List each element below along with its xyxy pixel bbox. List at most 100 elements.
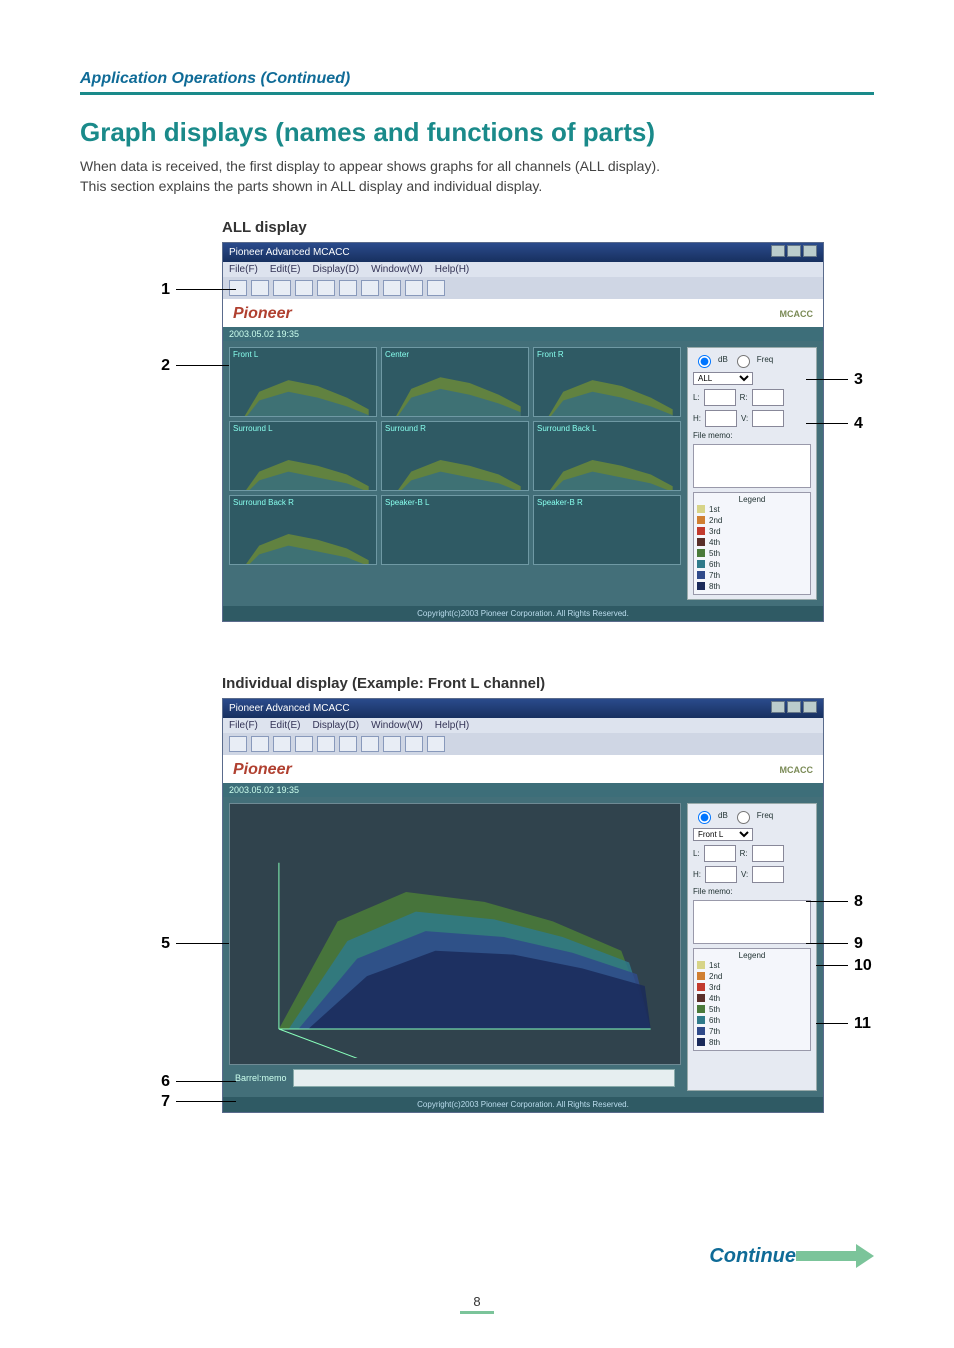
legend-label: 4th [709, 993, 720, 1004]
toolbar-button[interactable] [339, 280, 357, 296]
channel-select[interactable]: ALL [693, 372, 753, 385]
callout-line [816, 965, 848, 966]
file-memo-label: File memo: [693, 887, 811, 896]
toolbar-button[interactable] [273, 280, 291, 296]
toolbar-button[interactable] [361, 736, 379, 752]
individual-3d-graph[interactable] [229, 803, 681, 1065]
legend-swatch [697, 571, 705, 579]
toolbar-button[interactable] [251, 736, 269, 752]
app-window-individual: Pioneer Advanced MCACC File(F) Edit(E) D… [222, 698, 824, 1113]
field-label: V: [741, 414, 748, 423]
menu-item[interactable]: Help(H) [435, 720, 469, 731]
mini-graph[interactable]: Front L [229, 347, 377, 417]
continue-link[interactable]: Continue [709, 1244, 874, 1268]
legend-label: 6th [709, 1015, 720, 1026]
callout-number: 4 [854, 415, 872, 433]
toolbar-button[interactable] [383, 736, 401, 752]
window-titlebar[interactable]: Pioneer Advanced MCACC [223, 243, 823, 262]
toolbar-button[interactable] [361, 280, 379, 296]
menu-item[interactable]: Edit(E) [270, 264, 301, 275]
menu-item[interactable]: Display(D) [312, 264, 359, 275]
toolbar-button[interactable] [317, 736, 335, 752]
menu-item[interactable]: Window(W) [371, 720, 423, 731]
toolbar-button[interactable] [295, 736, 313, 752]
toolbar-button[interactable] [383, 280, 401, 296]
mini-graph[interactable]: Speaker-B R [533, 495, 681, 565]
callout-line [176, 289, 236, 290]
file-memo-box[interactable] [693, 900, 811, 944]
menubar[interactable]: File(F) Edit(E) Display(D) Window(W) Hel… [223, 262, 823, 277]
toolbar-button[interactable] [317, 280, 335, 296]
legend-label: 5th [709, 548, 720, 559]
mini-graph[interactable]: Surround Back L [533, 421, 681, 491]
page-number-value: 8 [473, 1294, 480, 1309]
legend-label: 7th [709, 570, 720, 581]
toolbar-button[interactable] [251, 280, 269, 296]
legend-swatch [697, 1005, 705, 1013]
mini-graph[interactable]: Front R [533, 347, 681, 417]
legend-swatch [697, 516, 705, 524]
mini-graph[interactable]: Center [381, 347, 529, 417]
toolbar[interactable] [223, 277, 823, 299]
h-input[interactable] [705, 866, 737, 883]
radio-freq[interactable] [737, 811, 750, 824]
callout-line [176, 1101, 236, 1102]
radio-db[interactable] [698, 811, 711, 824]
side-panel: dB Freq Front L L: R: [687, 803, 817, 1091]
window-titlebar[interactable]: Pioneer Advanced MCACC [223, 699, 823, 718]
toolbar-button[interactable] [273, 736, 291, 752]
callout-number: 10 [854, 957, 872, 975]
menubar[interactable]: File(F) Edit(E) Display(D) Window(W) Hel… [223, 718, 823, 733]
legend-swatch [697, 505, 705, 513]
field-label: L: [693, 849, 700, 858]
v-input[interactable] [752, 410, 784, 427]
window-buttons[interactable] [769, 245, 817, 260]
menu-item[interactable]: Window(W) [371, 264, 423, 275]
callout-number: 6 [152, 1073, 170, 1091]
toolbar-button[interactable] [229, 736, 247, 752]
mcacc-logo: MCACC [780, 309, 814, 319]
menu-item[interactable]: File(F) [229, 720, 258, 731]
toolbar[interactable] [223, 733, 823, 755]
right-input[interactable] [752, 389, 784, 406]
right-input[interactable] [752, 845, 784, 862]
radio-db[interactable] [698, 355, 711, 368]
menu-item[interactable]: Help(H) [435, 264, 469, 275]
toolbar-button[interactable] [427, 280, 445, 296]
toolbar-button[interactable] [405, 736, 423, 752]
mini-graph[interactable]: Surround Back R [229, 495, 377, 565]
continue-bar [796, 1251, 856, 1261]
memo-input[interactable] [293, 1069, 675, 1087]
copyright: Copyright(c)2003 Pioneer Corporation. Al… [223, 1097, 823, 1112]
section-header: Application Operations (Continued) [80, 70, 874, 95]
window-buttons[interactable] [769, 701, 817, 716]
radio-label: dB [718, 811, 728, 820]
legend-label: 3rd [709, 982, 721, 993]
mini-graph[interactable]: Surround R [381, 421, 529, 491]
v-input[interactable] [752, 866, 784, 883]
legend-swatch [697, 582, 705, 590]
mini-graph[interactable]: Surround L [229, 421, 377, 491]
field-label: L: [693, 393, 700, 402]
left-input[interactable] [704, 389, 736, 406]
left-input[interactable] [704, 845, 736, 862]
toolbar-button[interactable] [295, 280, 313, 296]
legend-swatch [697, 1027, 705, 1035]
toolbar-button[interactable] [339, 736, 357, 752]
radio-label: Freq [757, 355, 773, 364]
legend-swatch [697, 1016, 705, 1024]
file-memo-box[interactable] [693, 444, 811, 488]
h-input[interactable] [705, 410, 737, 427]
radio-freq[interactable] [737, 355, 750, 368]
callout-line [806, 901, 848, 902]
figure-individual-display: Individual display (Example: Front L cha… [82, 675, 872, 1155]
toolbar-button[interactable] [427, 736, 445, 752]
menu-item[interactable]: File(F) [229, 264, 258, 275]
callout-number: 11 [854, 1015, 872, 1033]
channel-select[interactable]: Front L [693, 828, 753, 841]
menu-item[interactable]: Edit(E) [270, 720, 301, 731]
toolbar-button[interactable] [405, 280, 423, 296]
mini-graph[interactable]: Speaker-B L [381, 495, 529, 565]
menu-item[interactable]: Display(D) [312, 720, 359, 731]
legend-label: 8th [709, 1037, 720, 1048]
